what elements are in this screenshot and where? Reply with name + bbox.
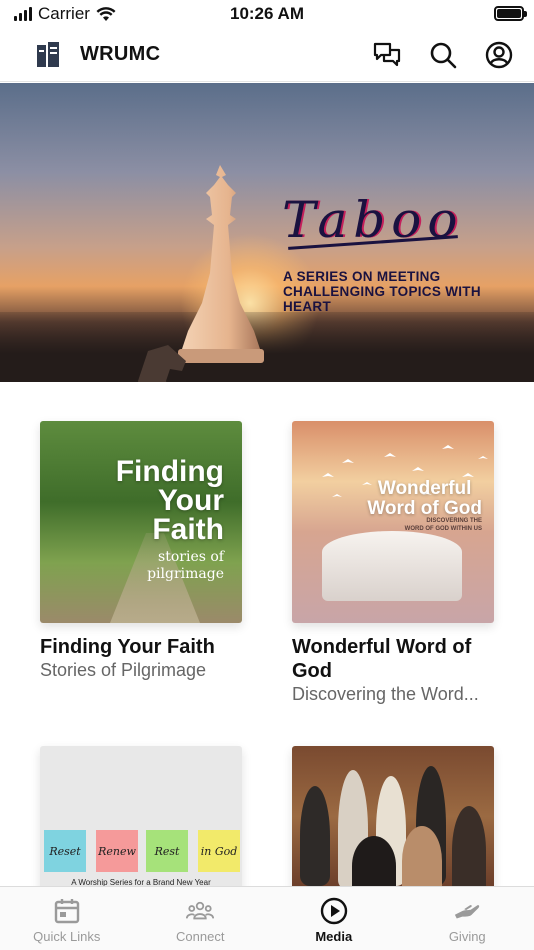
status-left: Carrier [14, 4, 116, 24]
tab-label: Quick Links [33, 929, 101, 944]
messages-button[interactable] [372, 40, 402, 70]
sticky-note: Reset [44, 830, 86, 872]
open-book-illustration [322, 531, 462, 601]
media-card-subtitle: Discovering the Word... [292, 684, 479, 704]
media-card-wonderful-word-of-god[interactable]: Wonderful Word of God DISCOVERING THE WO… [292, 421, 502, 705]
signal-icon [14, 7, 32, 21]
hero-banner[interactable]: Taboo A SERIES ON MEETING CHALLENGING TO… [0, 83, 534, 382]
play-icon [320, 897, 347, 925]
battery-icon [494, 6, 527, 21]
tab-label: Giving [448, 929, 486, 944]
tab-connect[interactable]: Connect [134, 887, 268, 950]
thumbnail-caption: DISCOVERING THE WORD OF GOD WITHIN US [404, 518, 482, 532]
giving-hand-icon [455, 905, 480, 919]
tab-quick-links[interactable]: Quick Links [0, 887, 134, 950]
sticky-note: Renew [96, 830, 138, 872]
sticky-note: Rest [146, 830, 188, 872]
status-bar: Carrier 10:26 AM [0, 0, 534, 28]
chess-knight-illustration [138, 345, 186, 382]
wifi-icon [96, 6, 116, 21]
media-card-subtitle: Stories of Pilgrimage [40, 660, 207, 680]
tab-giving[interactable]: Giving [401, 887, 534, 950]
sticky-note: in God [198, 830, 240, 872]
hero-subtitle: A SERIES ON MEETING CHALLENGING TOPICS W… [283, 269, 481, 314]
profile-button[interactable] [484, 40, 514, 70]
tab-bar: Quick Links Connect Media Giving [0, 886, 534, 950]
app-title: WRUMC [80, 43, 161, 65]
band-member [300, 786, 330, 886]
media-card-finding-your-faith[interactable]: Finding Your Faith stories of pilgrimage… [40, 421, 250, 681]
profile-icon [485, 41, 513, 68]
media-card-title: Wonderful Word of God [292, 636, 472, 682]
carrier-label: Carrier [38, 4, 90, 23]
thumbnail-caption: stories of pilgrimage [147, 549, 224, 582]
tab-label: Media [315, 929, 353, 944]
tab-label: Connect [176, 929, 225, 944]
media-card-thumbnail: Finding Your Faith stories of pilgrimage [40, 421, 242, 623]
header-actions [372, 40, 514, 70]
media-card-thumbnail: Wonderful Word of God DISCOVERING THE WO… [292, 421, 494, 623]
media-card-title: Finding Your Faith [40, 636, 215, 658]
search-button[interactable] [428, 40, 458, 70]
calendar-icon [54, 899, 79, 924]
people-icon [186, 901, 215, 920]
search-icon [430, 42, 457, 68]
band-member [452, 806, 486, 896]
app-header: WRUMC [0, 28, 534, 82]
chat-icon [373, 42, 401, 66]
church-logo-icon [37, 41, 59, 67]
thumbnail-title: Wonderful Word of God [367, 478, 482, 519]
tab-media[interactable]: Media [267, 887, 401, 950]
thumbnail-title: Finding Your Faith [115, 455, 224, 546]
